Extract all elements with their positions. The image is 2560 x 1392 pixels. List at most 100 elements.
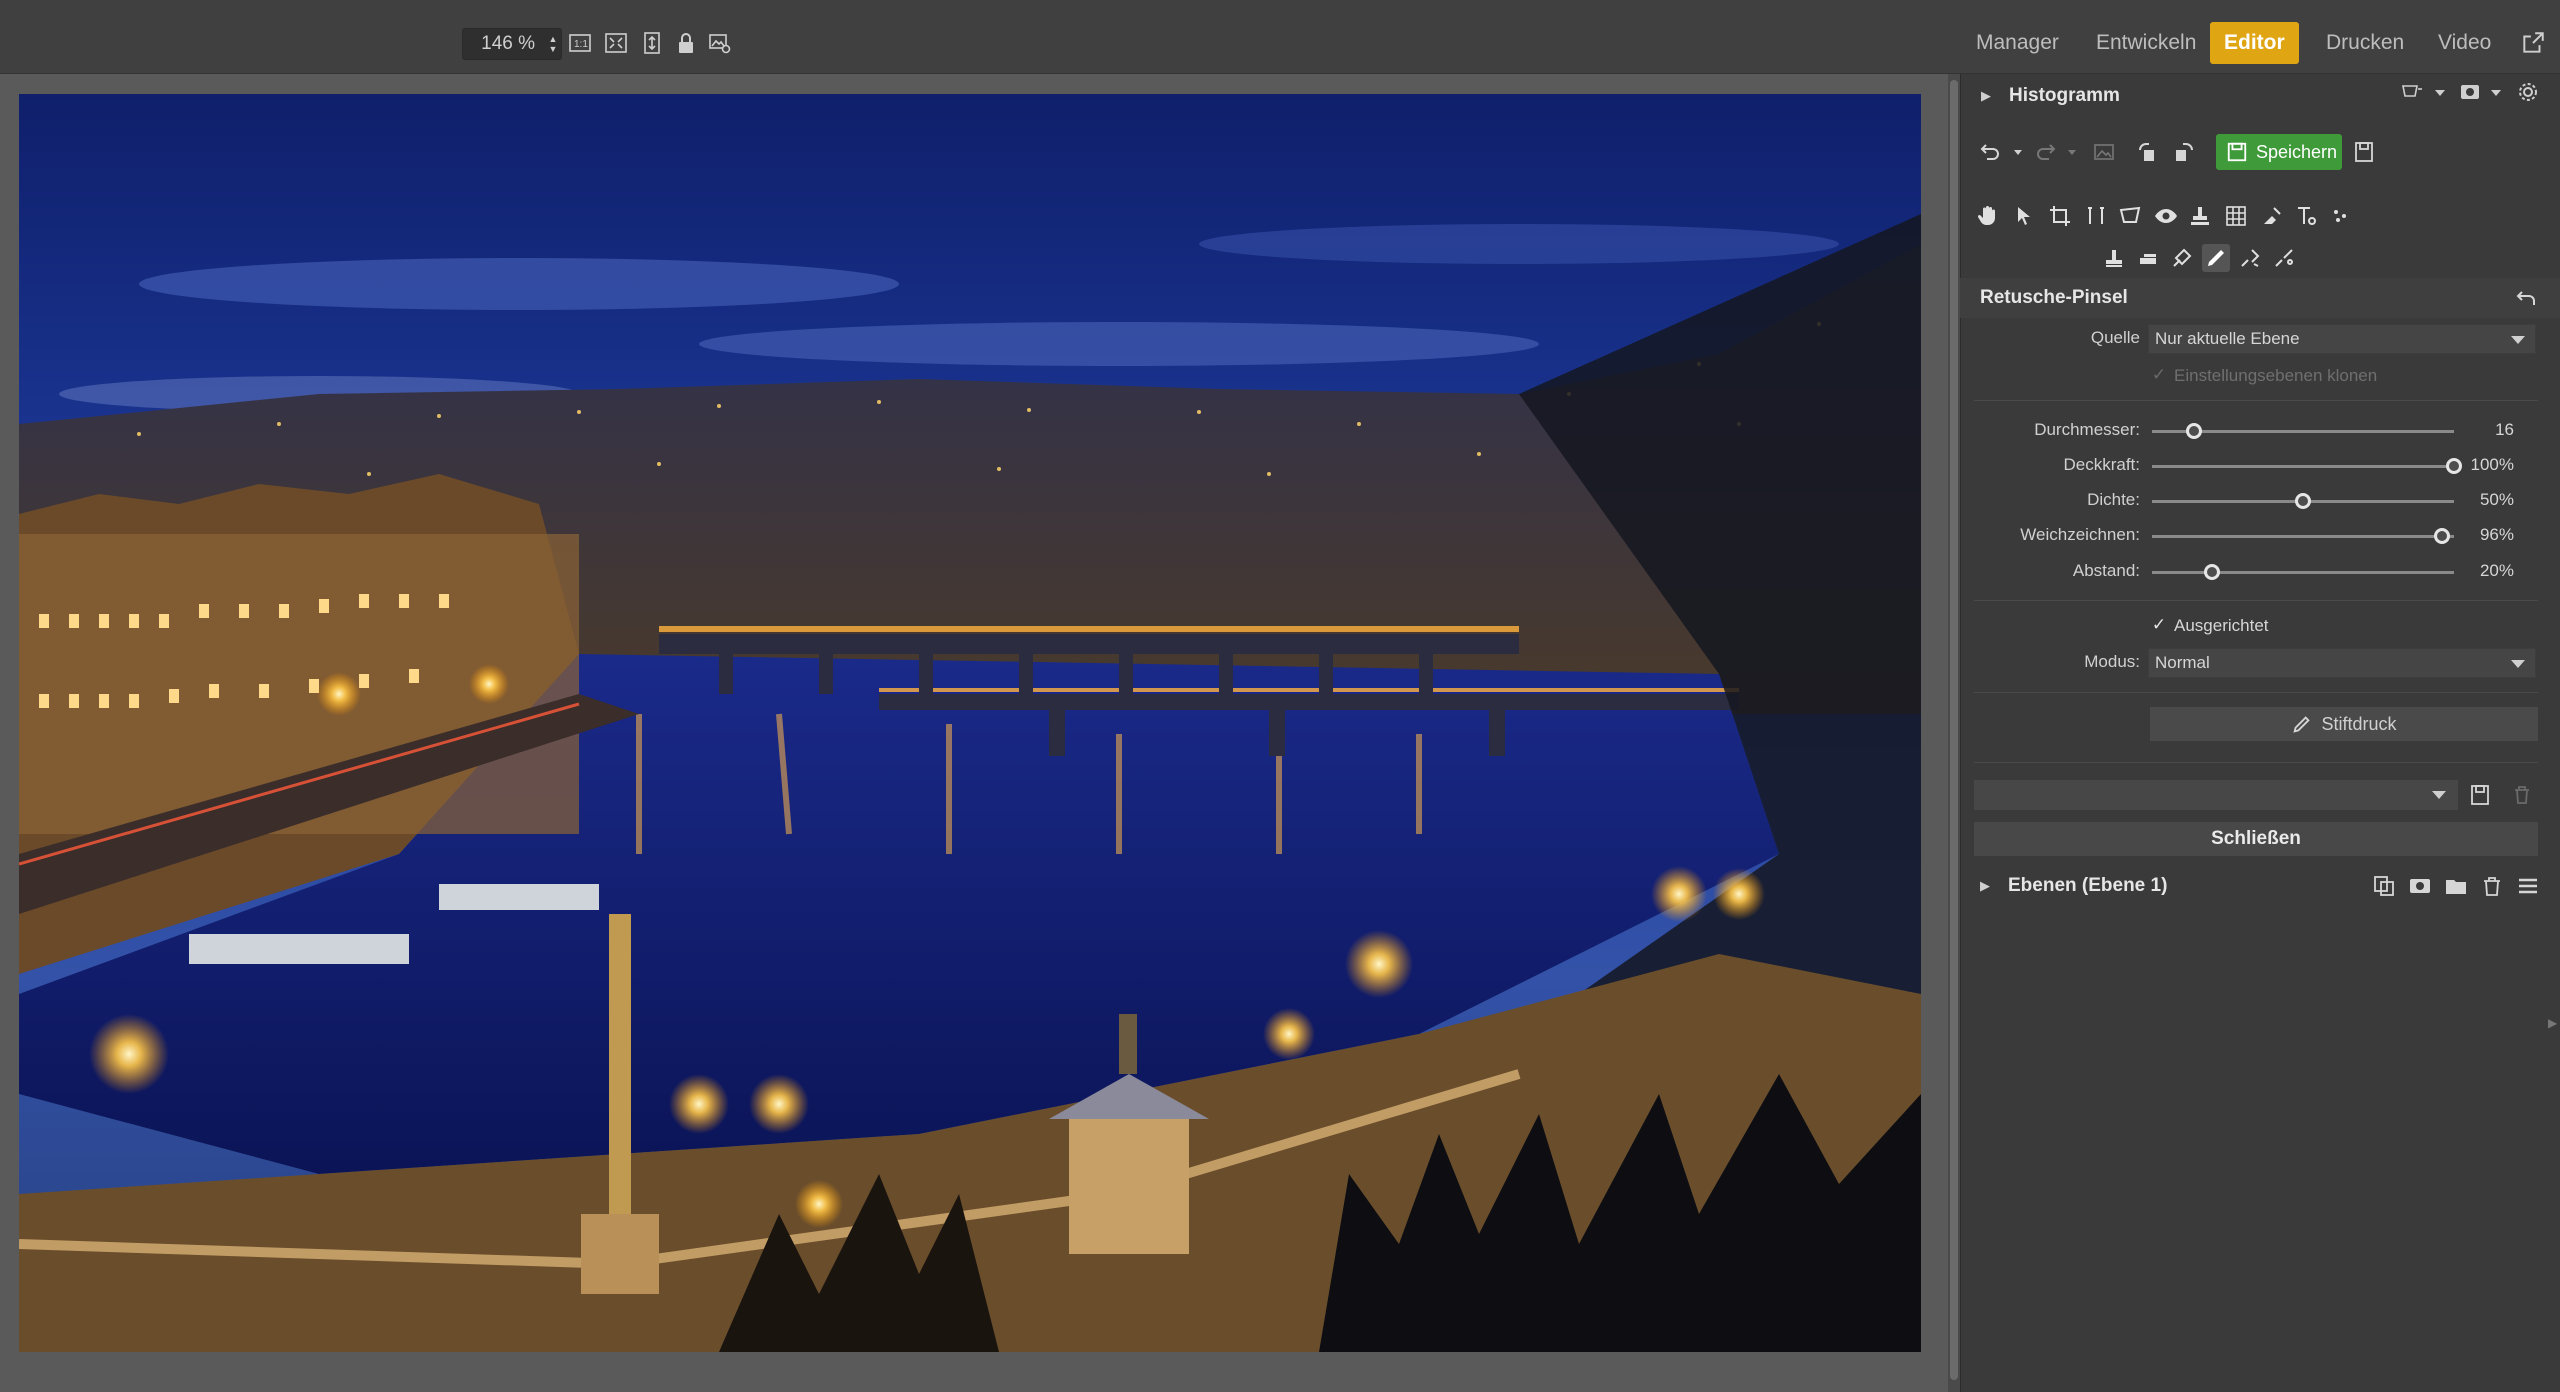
- menu-icon[interactable]: [2514, 872, 2542, 900]
- tab-drucken[interactable]: Drucken: [2312, 22, 2418, 64]
- density-label: Dichte:: [2087, 490, 2140, 509]
- diameter-label: Durchmesser:: [2034, 420, 2140, 439]
- red-eye-icon[interactable]: [2152, 202, 2180, 230]
- spacing-value: 20%: [2479, 561, 2514, 580]
- mode-label: Modus:: [2084, 652, 2140, 671]
- clone-adjustments-checkbox[interactable]: ✓: [2150, 365, 2168, 384]
- redo-icon[interactable]: [2032, 138, 2060, 166]
- feather-slider-thumb[interactable]: [2433, 528, 2450, 544]
- patch-tool-icon[interactable]: [2134, 244, 2162, 272]
- diameter-value: 16: [2495, 420, 2514, 439]
- preset-dropdown[interactable]: [1974, 780, 2458, 810]
- grid-selection-icon[interactable]: [2222, 202, 2250, 230]
- save-button-label: Speichern: [2256, 141, 2338, 162]
- straighten-icon[interactable]: [2082, 202, 2110, 230]
- pen-pressure-button[interactable]: Stiftdruck: [2150, 707, 2538, 741]
- source-dropdown[interactable]: Nur aktuelle Ebene: [2148, 324, 2536, 354]
- section-divider: [1974, 400, 2538, 401]
- zoom-value[interactable]: 146 %: [463, 33, 545, 55]
- expand-arrow-icon[interactable]: ▶: [1980, 878, 1992, 894]
- save-as-icon[interactable]: [2350, 138, 2378, 166]
- vertical-scrollbar[interactable]: [1948, 74, 1960, 1392]
- chevron-down-icon[interactable]: [2058, 138, 2086, 166]
- tool-header: Retusche-Pinsel: [1960, 278, 2560, 318]
- text-tool-icon[interactable]: [2292, 202, 2320, 230]
- aligned-checkbox[interactable]: ✓: [2150, 615, 2168, 634]
- undo-icon[interactable]: [1976, 138, 2004, 166]
- svg-text:1:1: 1:1: [574, 39, 588, 50]
- tab-manager[interactable]: Manager: [1962, 22, 2073, 64]
- rotate-right-icon[interactable]: [2170, 138, 2198, 166]
- zoom-1to1-icon[interactable]: 1:1: [566, 29, 594, 57]
- close-button[interactable]: Schließen: [1974, 822, 2538, 856]
- zoom-field[interactable]: 146 % ▲ ▼: [462, 28, 562, 60]
- fit-height-icon[interactable]: [638, 29, 666, 57]
- section-divider: [1974, 762, 2538, 763]
- tab-video[interactable]: Video: [2424, 22, 2505, 64]
- trash-icon[interactable]: [2478, 872, 2506, 900]
- dropdown-caret-icon: [2511, 660, 2525, 668]
- save-icon: [2227, 142, 2247, 162]
- mode-value: Normal: [2155, 653, 2210, 672]
- tab-editor[interactable]: Editor: [2210, 22, 2299, 64]
- reset-arrow-icon[interactable]: [2512, 284, 2540, 312]
- dropdown-caret-icon: [2511, 336, 2525, 344]
- history-image-icon[interactable]: [2090, 138, 2118, 166]
- density-value: 50%: [2479, 490, 2514, 509]
- aligned-label: Ausgerichtet: [2174, 616, 2269, 635]
- perspective-icon[interactable]: [2116, 202, 2144, 230]
- section-divider: [1974, 600, 2538, 601]
- retouch-brush-icon[interactable]: [2202, 244, 2230, 272]
- spacing-slider[interactable]: [2152, 571, 2454, 574]
- scrollbar-thumb[interactable]: [1950, 80, 1958, 1380]
- layers-title: Ebenen (Ebene 1): [2008, 875, 2168, 896]
- lock-icon[interactable]: [672, 29, 700, 57]
- tab-entwickeln[interactable]: Entwickeln: [2082, 22, 2210, 64]
- opacity-slider-thumb[interactable]: [2446, 458, 2462, 474]
- clone-stamp-icon[interactable]: [2186, 202, 2214, 230]
- chevron-down-icon[interactable]: [2482, 78, 2510, 106]
- histogram-channel-icon[interactable]: [2398, 78, 2426, 106]
- layers-header[interactable]: ▶ Ebenen (Ebene 1): [1960, 866, 2560, 906]
- chevron-down-icon[interactable]: [2426, 78, 2454, 106]
- opacity-slider[interactable]: [2152, 465, 2454, 468]
- feather-slider[interactable]: [2152, 535, 2454, 538]
- clone-tool-icon[interactable]: [2100, 244, 2128, 272]
- save-button[interactable]: Speichern: [2216, 134, 2342, 170]
- mask-view-icon[interactable]: [2456, 78, 2484, 106]
- duplicate-layer-icon[interactable]: [2370, 872, 2398, 900]
- shapes-tool-icon[interactable]: [2328, 202, 2356, 230]
- image-canvas[interactable]: [0, 74, 1948, 1392]
- panel-collapse-icon[interactable]: ▶: [2548, 1016, 2557, 1030]
- image-settings-icon[interactable]: [706, 29, 734, 57]
- pen-icon: [2293, 716, 2311, 733]
- night-city-photo[interactable]: [19, 94, 1921, 1352]
- zoom-stepper[interactable]: ▲ ▼: [545, 34, 561, 54]
- delete-preset-icon[interactable]: [2508, 781, 2536, 809]
- healing-brush-icon[interactable]: [2168, 244, 2196, 272]
- source-label: Quelle: [2090, 328, 2140, 347]
- spacing-label: Abstand:: [2072, 561, 2140, 580]
- save-preset-icon[interactable]: [2466, 781, 2494, 809]
- gear-icon[interactable]: [2514, 78, 2542, 106]
- layer-mask-icon[interactable]: [2406, 872, 2434, 900]
- feather-value: 96%: [2479, 525, 2514, 544]
- opacity-label: Deckkraft:: [2063, 455, 2140, 474]
- select-arrow-icon[interactable]: [2010, 202, 2038, 230]
- scratch-remover-icon[interactable]: [2236, 244, 2264, 272]
- crop-icon[interactable]: [2046, 202, 2074, 230]
- smart-eraser-icon[interactable]: [2258, 202, 2286, 230]
- hand-tool-icon[interactable]: [1974, 202, 2002, 230]
- smart-retouch-icon[interactable]: [2270, 244, 2298, 272]
- section-divider: [1974, 692, 2538, 693]
- density-slider-thumb[interactable]: [2295, 493, 2311, 509]
- mode-dropdown[interactable]: Normal: [2148, 648, 2536, 678]
- rotate-left-icon[interactable]: [2134, 138, 2162, 166]
- expand-arrow-icon[interactable]: ▶: [1981, 88, 1993, 104]
- chevron-down-icon[interactable]: [2004, 138, 2032, 166]
- clone-adjustments-label: Einstellungsebenen klonen: [2174, 366, 2378, 385]
- fit-to-screen-icon[interactable]: [602, 29, 630, 57]
- popout-window-icon[interactable]: [2520, 30, 2546, 56]
- top-toolbar: 146 % ▲ ▼ 1:1 Manager Entwickeln Editor D…: [0, 0, 2560, 74]
- folder-icon[interactable]: [2442, 872, 2470, 900]
